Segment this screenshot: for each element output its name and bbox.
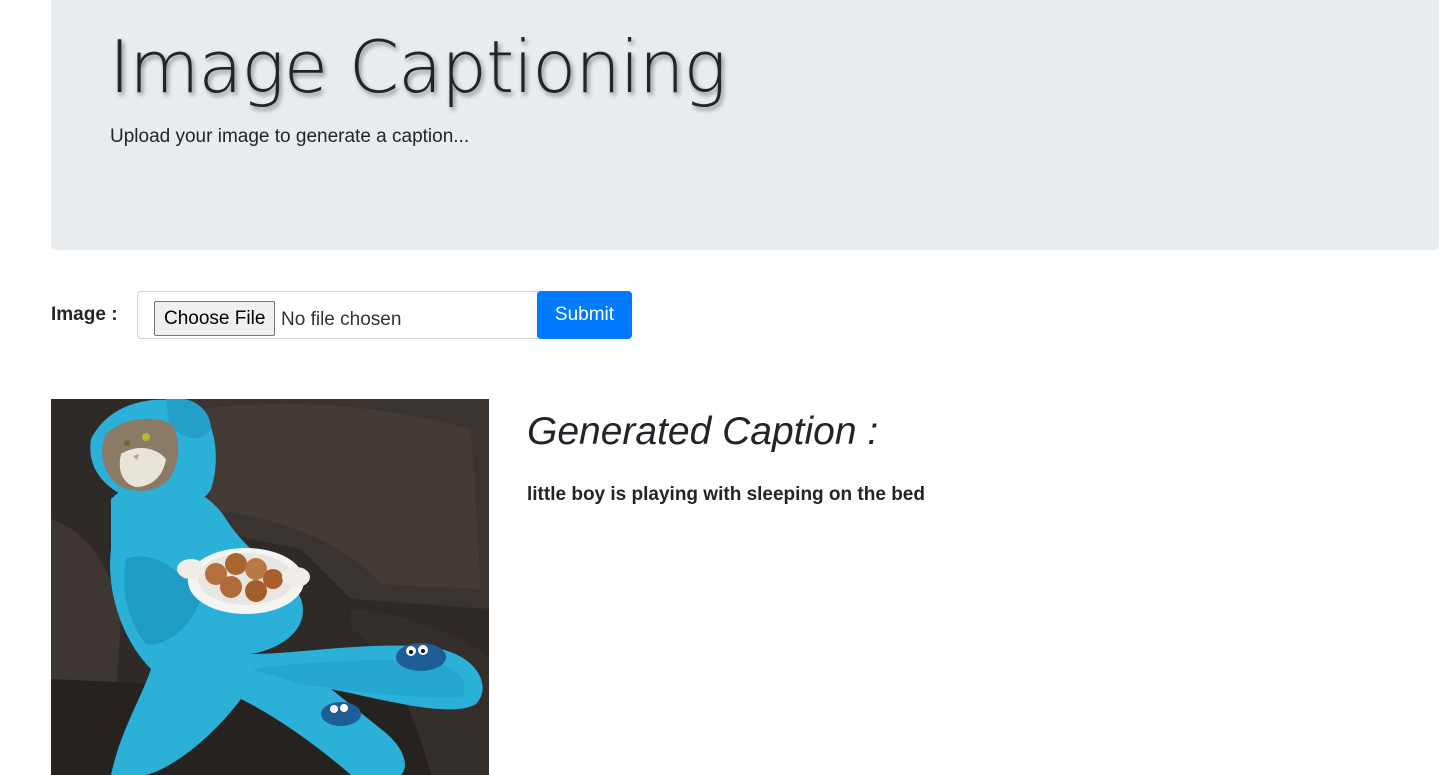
header-jumbotron: Image Captioning Upload your image to ge… bbox=[51, 0, 1439, 250]
submit-button[interactable]: Submit bbox=[537, 291, 632, 339]
page-subtitle: Upload your image to generate a caption.… bbox=[110, 126, 470, 147]
page-title: Image Captioning bbox=[109, 25, 727, 109]
file-status-text: No file chosen bbox=[281, 309, 402, 330]
file-input[interactable]: Choose File No file chosen bbox=[137, 291, 538, 339]
choose-file-button[interactable]: Choose File bbox=[154, 301, 276, 336]
uploaded-image-picture bbox=[51, 399, 489, 775]
uploaded-image bbox=[51, 399, 489, 775]
caption-heading: Generated Caption : bbox=[527, 410, 879, 453]
generated-caption: little boy is playing with sleeping on t… bbox=[527, 484, 925, 505]
image-label: Image : bbox=[51, 304, 118, 325]
upload-form: Image : Choose File No file chosen Submi… bbox=[51, 291, 751, 339]
